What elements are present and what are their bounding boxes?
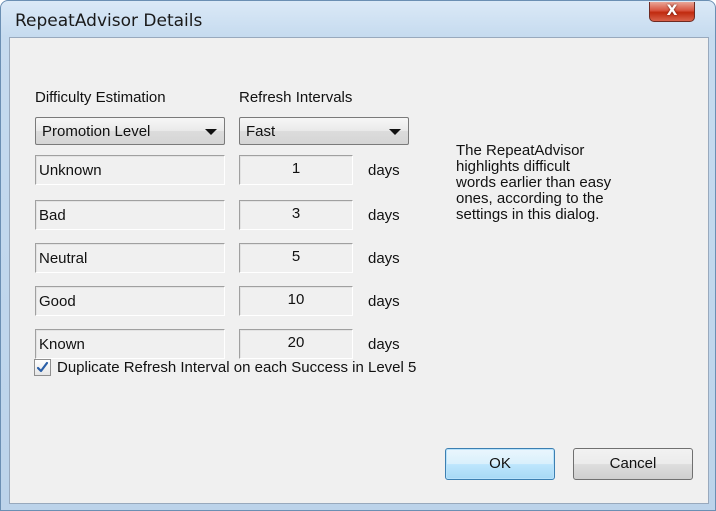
level-label: Known (39, 336, 85, 353)
cancel-button[interactable]: Cancel (573, 448, 693, 480)
level-label-field: Good (35, 286, 225, 316)
refresh-intervals-value: Fast (246, 123, 276, 140)
interval-days-value: 10 (287, 291, 305, 308)
level-label-field: Known (35, 329, 225, 359)
info-line: ones, according to the (456, 190, 604, 207)
interval-days-value: 1 (291, 160, 301, 177)
level-label: Bad (39, 207, 66, 224)
dialog-body: Difficulty Estimation Refresh Intervals … (9, 37, 709, 504)
days-unit-label: days (368, 293, 400, 310)
interval-days-input[interactable]: 10 (239, 286, 353, 316)
title-bar[interactable]: RepeatAdvisor Details X (1, 1, 715, 37)
check-icon (36, 361, 49, 373)
duplicate-interval-label[interactable]: Duplicate Refresh Interval on each Succe… (57, 359, 416, 376)
difficulty-estimation-value: Promotion Level (42, 123, 151, 140)
close-button[interactable]: X (649, 2, 695, 22)
level-label-field: Neutral (35, 243, 225, 273)
window-title: RepeatAdvisor Details (15, 11, 203, 31)
chevron-down-icon (389, 129, 401, 135)
interval-days-value: 3 (291, 205, 301, 222)
difficulty-estimation-label: Difficulty Estimation (35, 89, 166, 106)
level-label-field: Bad (35, 200, 225, 230)
days-unit-label: days (368, 207, 400, 224)
refresh-intervals-label: Refresh Intervals (239, 89, 353, 106)
interval-days-value: 5 (291, 248, 301, 265)
level-label: Good (39, 293, 76, 310)
duplicate-interval-checkbox[interactable] (34, 359, 51, 376)
level-label-field: Unknown (35, 155, 225, 185)
interval-days-input[interactable]: 5 (239, 243, 353, 273)
close-icon: X (666, 3, 678, 19)
interval-days-value: 20 (287, 334, 305, 351)
refresh-intervals-select[interactable]: Fast (239, 117, 409, 145)
days-unit-label: days (368, 336, 400, 353)
info-line: The RepeatAdvisor (456, 142, 585, 159)
level-label: Unknown (39, 162, 102, 179)
info-text: The RepeatAdvisor highlights difficult w… (456, 143, 656, 223)
difficulty-estimation-select[interactable]: Promotion Level (35, 117, 225, 145)
level-label: Neutral (39, 250, 88, 267)
days-unit-label: days (368, 250, 400, 267)
chevron-down-icon (205, 129, 217, 135)
days-unit-label: days (368, 162, 400, 179)
interval-days-input[interactable]: 3 (239, 200, 353, 230)
info-line: highlights difficult (456, 158, 570, 175)
info-line: words earlier than easy (456, 174, 612, 191)
ok-button[interactable]: OK (445, 448, 555, 480)
interval-days-input[interactable]: 1 (239, 155, 353, 185)
interval-days-input[interactable]: 20 (239, 329, 353, 359)
dialog-window: RepeatAdvisor Details X Difficulty Estim… (0, 0, 716, 511)
info-line: settings in this dialog. (456, 206, 600, 223)
